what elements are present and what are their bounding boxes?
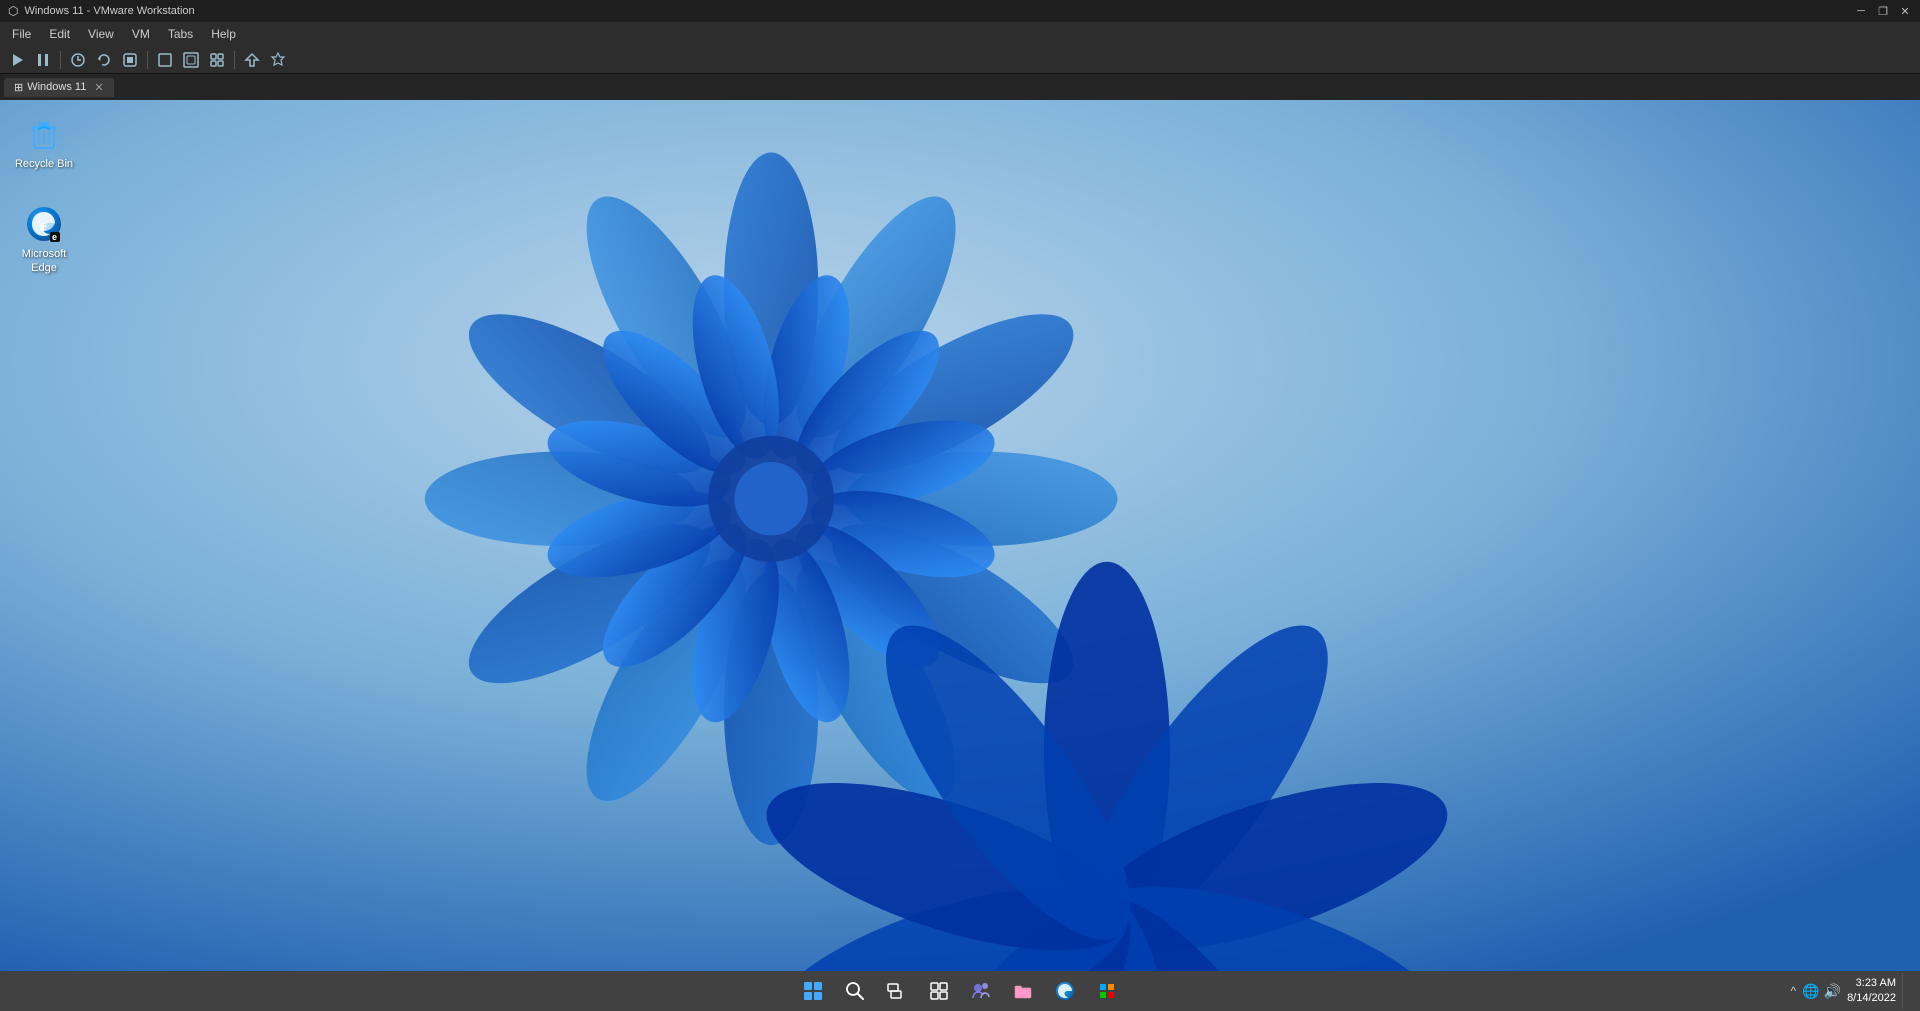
search-button[interactable]: [837, 973, 873, 1009]
revert-button[interactable]: [93, 49, 115, 71]
menu-vm[interactable]: VM: [124, 25, 158, 43]
taskbar-clock[interactable]: 3:23 AM 8/14/2022: [1847, 976, 1896, 1007]
start-button[interactable]: [795, 973, 831, 1009]
tray-icons: 🌐 🔊: [1802, 983, 1841, 1000]
power-on-button[interactable]: [6, 49, 28, 71]
taskbar-center: [795, 973, 1125, 1009]
vmware-menubar: File Edit View VM Tabs Help: [0, 22, 1920, 46]
full-screen-button[interactable]: [154, 49, 176, 71]
system-tray[interactable]: ^: [1791, 984, 1797, 998]
vmware-toolbar: [0, 46, 1920, 74]
recycle-bin-icon[interactable]: Recycle Bin: [8, 110, 80, 175]
vmware-titlebar-left: ⬡ Windows 11 - VMware Workstation: [8, 4, 195, 18]
edge-taskbar-button[interactable]: [1047, 973, 1083, 1009]
restore-button[interactable]: ❐: [1876, 4, 1890, 18]
vm-tab-close-button[interactable]: ✕: [94, 81, 103, 94]
wallpaper-svg: [0, 100, 1920, 971]
svg-text:e: e: [52, 232, 57, 242]
menu-file[interactable]: File: [4, 25, 39, 43]
vmware-titlebar-controls: ─ ❐ ✕: [1854, 4, 1912, 18]
win11-desktop[interactable]: Recycle Bin e e Microsoft Edge: [0, 100, 1920, 971]
send-ctrlaltdel-button[interactable]: [241, 49, 263, 71]
menu-view[interactable]: View: [80, 25, 122, 43]
shutdown-button[interactable]: [119, 49, 141, 71]
menu-edit[interactable]: Edit: [41, 25, 78, 43]
menu-tabs[interactable]: Tabs: [160, 25, 201, 43]
vmware-titlebar: ⬡ Windows 11 - VMware Workstation ─ ❐ ✕: [0, 0, 1920, 22]
tray-chevron-icon[interactable]: ^: [1791, 984, 1797, 998]
clock-time: 3:23 AM: [1847, 976, 1896, 991]
vm-tab-label: Windows 11: [27, 81, 86, 93]
taskbar-right: ^ 🌐 🔊 3:23 AM 8/14/2022: [1791, 973, 1908, 1009]
toolbar-sep-2: [147, 51, 148, 69]
microsoft-edge-icon[interactable]: e e Microsoft Edge: [8, 200, 80, 280]
toolbar-sep-3: [234, 51, 235, 69]
widgets-button[interactable]: [921, 973, 957, 1009]
close-button[interactable]: ✕: [1898, 4, 1912, 18]
vm-tab-windows11[interactable]: ⊞ Windows 11 ✕: [4, 78, 114, 97]
edge-icon-img: e e: [24, 204, 64, 244]
network-icon[interactable]: 🌐: [1802, 983, 1819, 1000]
microsoft-edge-label: Microsoft Edge: [12, 247, 76, 276]
settings-button[interactable]: [267, 49, 289, 71]
pause-button[interactable]: [32, 49, 54, 71]
svg-text:e: e: [42, 221, 47, 233]
menu-help[interactable]: Help: [203, 25, 244, 43]
task-view-button[interactable]: [879, 973, 915, 1009]
recycle-bin-icon-img: [24, 114, 64, 154]
vmware-window-title: Windows 11 - VMware Workstation: [24, 5, 194, 17]
recycle-bin-label: Recycle Bin: [15, 157, 73, 171]
volume-icon[interactable]: 🔊: [1824, 983, 1841, 1000]
toolbar-sep-1: [60, 51, 61, 69]
vmware-tabbar: ⊞ Windows 11 ✕: [0, 74, 1920, 100]
unity-button[interactable]: [206, 49, 228, 71]
fit-window-button[interactable]: [180, 49, 202, 71]
vmware-logo-icon: ⬡: [8, 4, 18, 18]
store-button[interactable]: [1089, 973, 1125, 1009]
show-desktop-button[interactable]: [1902, 973, 1908, 1009]
snapshot-button[interactable]: [67, 49, 89, 71]
vm-tab-icon: ⊞: [14, 81, 23, 94]
clock-date: 8/14/2022: [1847, 991, 1896, 1006]
minimize-button[interactable]: ─: [1854, 4, 1868, 18]
file-explorer-button[interactable]: [1005, 973, 1041, 1009]
win11-taskbar: ^ 🌐 🔊 3:23 AM 8/14/2022: [0, 971, 1920, 1011]
teams-button[interactable]: [963, 973, 999, 1009]
